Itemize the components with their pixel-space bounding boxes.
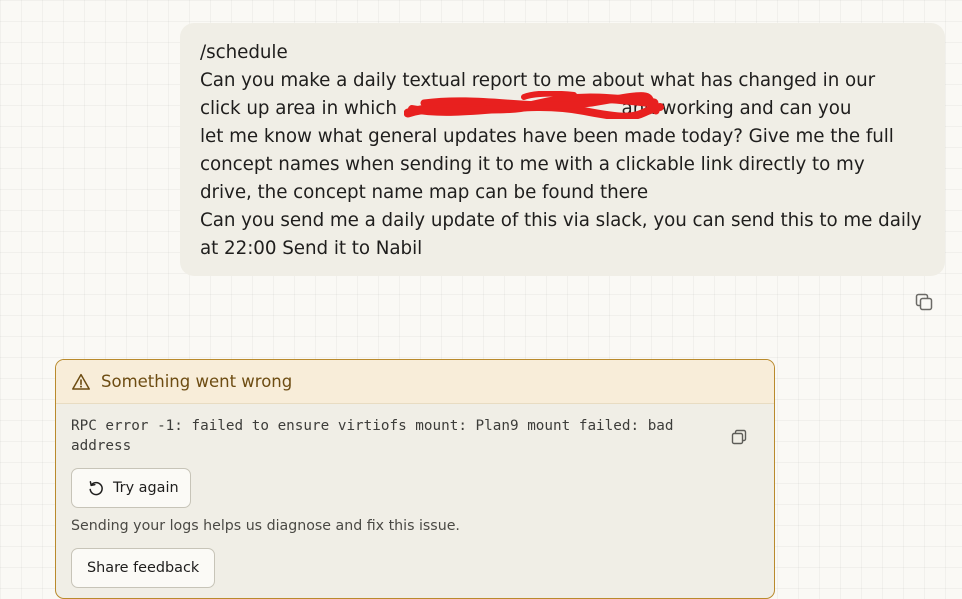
share-feedback-label: Share feedback	[87, 560, 200, 576]
user-message-line: click up area in which and working and c…	[200, 98, 852, 119]
user-message-line: let me know what general updates have be…	[200, 126, 894, 147]
copy-icon	[731, 429, 747, 445]
copy-message-button[interactable]	[912, 290, 936, 314]
user-message-line: at 22:00 Send it to Nabil	[200, 238, 423, 259]
try-again-label: Try again	[113, 480, 179, 496]
share-feedback-button[interactable]: Share feedback	[71, 548, 215, 588]
error-title: Something went wrong	[101, 372, 293, 391]
copy-icon	[915, 293, 933, 311]
user-message-line: drive, the concept name map can be found…	[200, 182, 649, 203]
try-again-button[interactable]: Try again	[71, 468, 191, 508]
logs-help-text: Sending your logs helps us diagnose and …	[71, 518, 460, 534]
error-body: RPC error -1: failed to ensure virtiofs …	[56, 404, 774, 456]
user-message-line: Can you send me a daily update of this v…	[200, 210, 922, 231]
copy-error-button[interactable]	[728, 426, 750, 448]
user-message-line: /schedule	[200, 42, 288, 63]
warning-triangle-icon	[71, 372, 91, 392]
retry-icon	[87, 479, 105, 497]
error-message: RPC error -1: failed to ensure virtiofs …	[71, 418, 683, 454]
error-panel: Something went wrong RPC error -1: faile…	[55, 359, 775, 599]
user-message-bubble: /schedule Can you make a daily textual r…	[180, 23, 945, 276]
user-message-line: concept names when sending it to me with…	[200, 154, 865, 175]
error-header: Something went wrong	[56, 360, 774, 404]
user-message-line: Can you make a daily textual report to m…	[200, 70, 876, 91]
